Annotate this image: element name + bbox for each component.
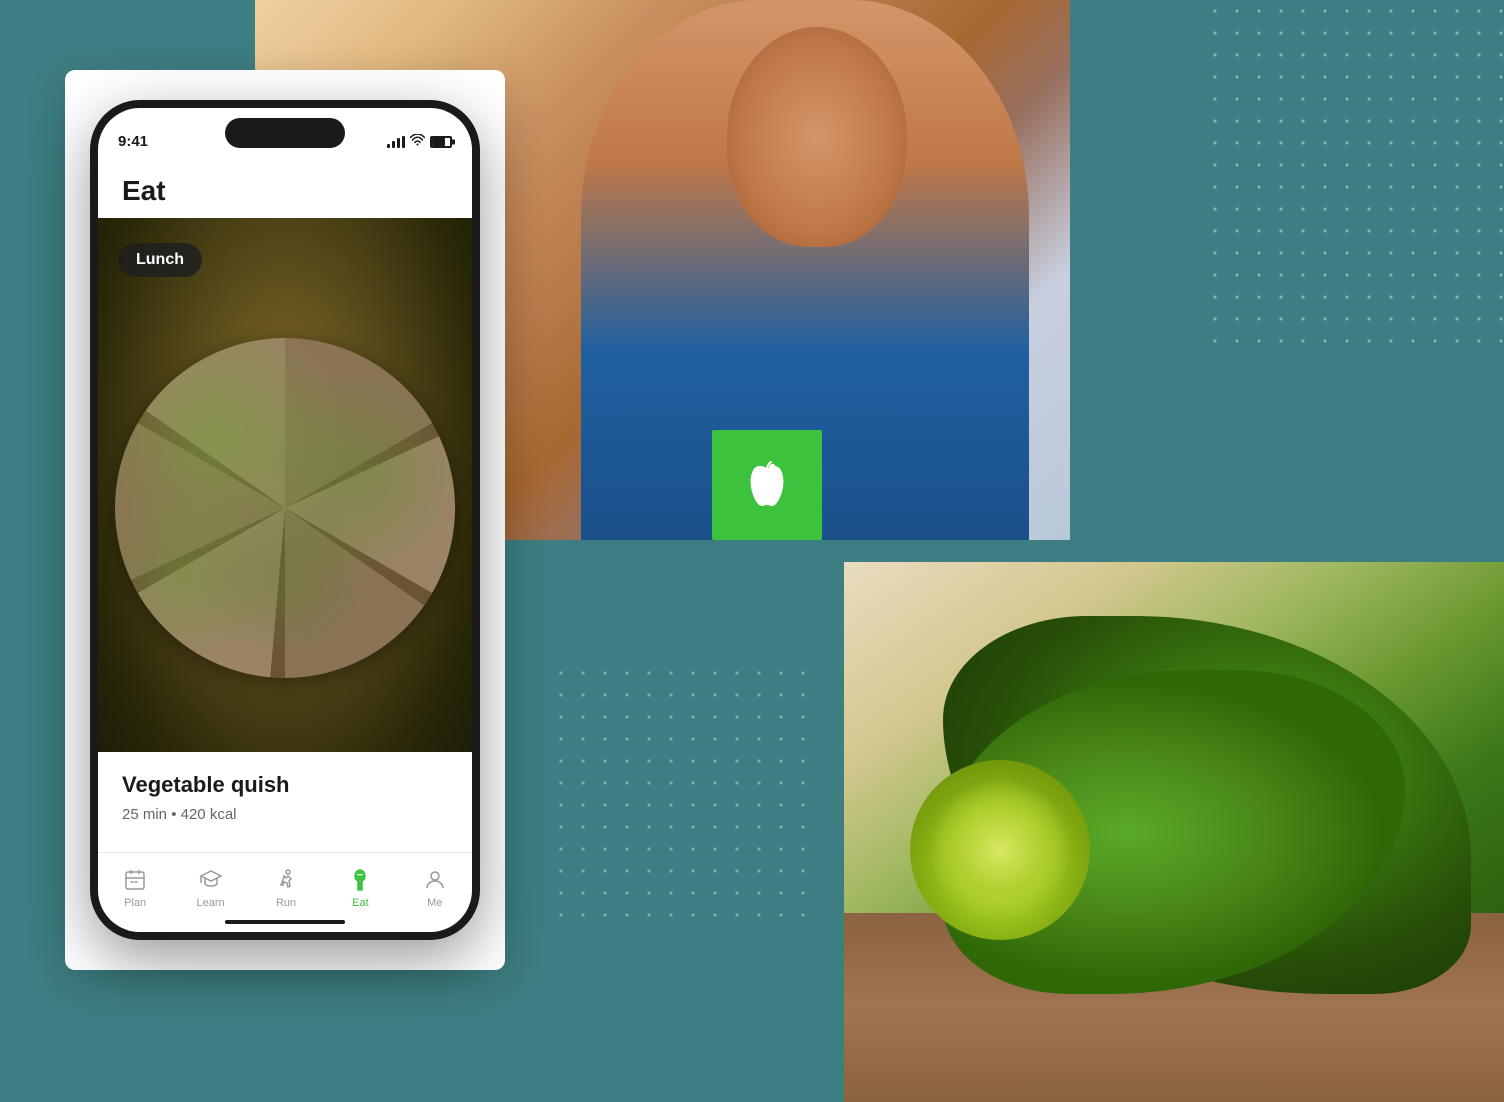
nav-label-run: Run	[276, 897, 296, 909]
dish-time: 25 min	[122, 806, 167, 823]
food-image-inner	[98, 218, 472, 798]
plan-icon	[122, 867, 148, 893]
phone-time: 9:41	[118, 133, 148, 150]
dish-meta: 25 min • 420 kcal	[122, 806, 448, 823]
wifi-icon	[410, 134, 425, 149]
nav-item-me[interactable]: Me	[422, 867, 448, 909]
nav-item-run[interactable]: Run	[273, 867, 299, 909]
woman-face	[727, 27, 907, 247]
learn-icon	[198, 867, 224, 893]
herbs-photo	[844, 562, 1504, 1102]
pizza-circle	[115, 338, 455, 678]
signal-icon	[387, 136, 405, 148]
run-icon	[273, 867, 299, 893]
phone-mockup: 9:41 Eat	[90, 100, 480, 940]
dish-meta-sep: •	[171, 806, 180, 823]
phone-app-header: Eat	[98, 163, 472, 218]
phone-food-image: Lunch	[98, 218, 472, 798]
nav-label-learn: Learn	[197, 897, 225, 909]
phone-app-title: Eat	[122, 175, 166, 207]
nav-item-learn[interactable]: Learn	[197, 867, 225, 909]
dot-pattern-bottom-center	[550, 662, 810, 922]
nav-item-plan[interactable]: Plan	[122, 867, 148, 909]
me-icon	[422, 867, 448, 893]
dish-name: Vegetable quish	[122, 772, 448, 798]
phone-notch-pill	[225, 118, 345, 148]
nav-label-me: Me	[427, 897, 442, 909]
green-accent-box	[712, 430, 822, 540]
home-indicator	[225, 920, 345, 924]
phone-status-icons	[387, 134, 452, 149]
phone-status-bar: 9:41	[98, 108, 472, 163]
lunch-badge-text: Lunch	[136, 251, 184, 268]
nav-item-eat[interactable]: Eat	[347, 867, 373, 909]
pizza-visual	[98, 218, 472, 798]
herbs-bg	[844, 562, 1504, 1102]
lime	[910, 760, 1090, 940]
dot-pattern-top-right	[1204, 0, 1504, 350]
dish-calories: 420 kcal	[181, 806, 237, 823]
pizza-overlay	[115, 338, 455, 678]
apple-icon	[741, 459, 793, 511]
phone-info-card[interactable]: Vegetable quish 25 min • 420 kcal	[98, 752, 472, 862]
eat-icon	[347, 867, 373, 893]
battery-icon	[430, 136, 452, 148]
nav-label-eat: Eat	[352, 897, 369, 909]
nav-label-plan: Plan	[124, 897, 146, 909]
lunch-badge: Lunch	[118, 243, 202, 277]
